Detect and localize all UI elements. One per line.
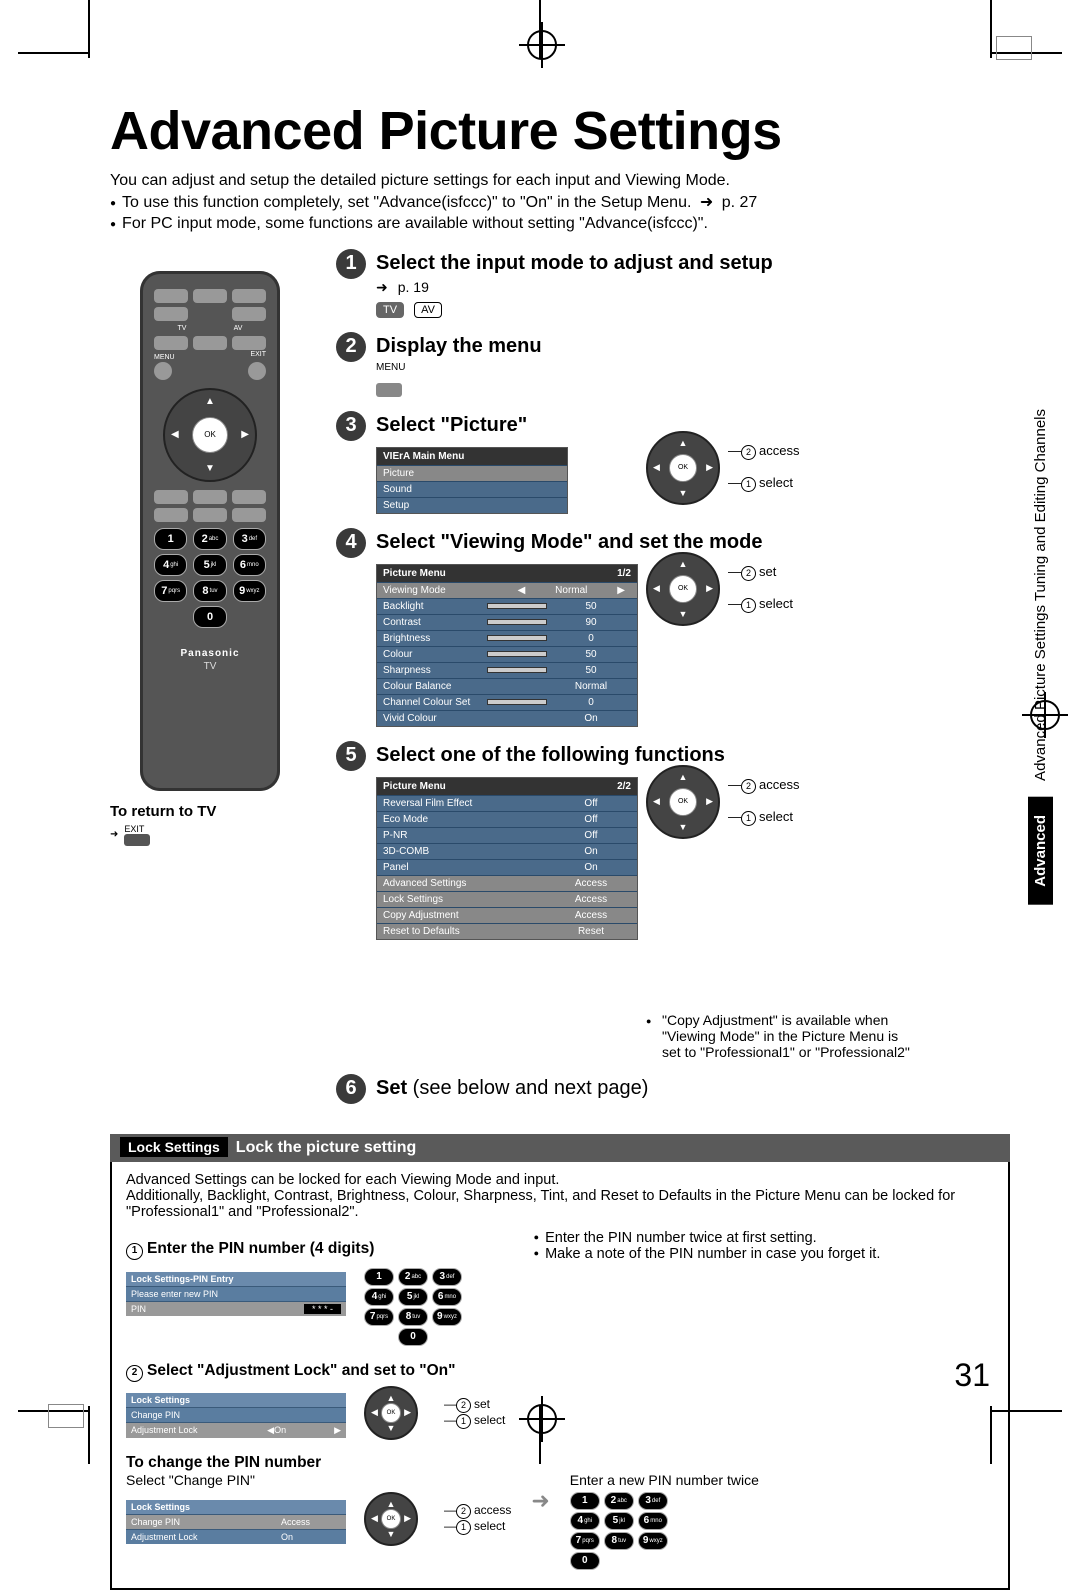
step-1: 1Select the input mode to adjust and set… [336, 249, 1010, 318]
lock-settings-osd: Lock Settings Change PIN Adjustment Lock… [126, 1393, 346, 1438]
numpad-icon: 12abc3def 4ghi5jkl6mno 7pqrs8tuv9wxyz 0 [364, 1266, 462, 1348]
tv-button-icon: TV [376, 302, 404, 318]
step-2: 2Display the menu MENU [336, 332, 1010, 397]
color-bar-icon [996, 36, 1032, 60]
step-3: 3Select "Picture" VIErA Main Menu Pictur… [336, 411, 1010, 514]
step-6: 6 Set (see below and next page) [336, 1074, 1010, 1104]
page-title: Advanced Picture Settings [110, 100, 1010, 162]
dpad-icon: ▲▼ ◀▶ OK [163, 388, 257, 482]
arrow-right-icon: ➜ [531, 1488, 549, 1514]
lock-settings-body: Advanced Settings can be locked for each… [110, 1162, 1010, 1590]
section-side-tab: Tuning and Editing Channels Advanced Pic… [1026, 409, 1054, 909]
exit-hint: ➜ EXIT [110, 824, 310, 846]
pin-entry-osd: Lock Settings-PIN Entry Please enter new… [126, 1272, 346, 1316]
step-4: 4Select "Viewing Mode" and set the mode … [336, 528, 1010, 727]
registration-mark-icon [527, 30, 557, 60]
numpad-icon: 12abc3def 4ghi5jkl6mno 7pqrs8tuv9wxyz 0 [570, 1492, 759, 1570]
step-5: 5Select one of the following functions P… [336, 741, 1010, 1060]
registration-mark-icon [527, 1404, 557, 1434]
return-to-tv-label: To return to TV [110, 803, 310, 820]
dpad-icon: ▲▼◀▶OK [364, 1386, 418, 1440]
lock-settings-osd-2: Lock Settings Change PINAccess Adjustmen… [126, 1500, 346, 1544]
dpad-icon: ▲▼◀▶OK [364, 1492, 418, 1546]
color-bar-icon [48, 1404, 84, 1428]
dpad-icon: ▲▼◀▶OK [646, 552, 720, 626]
remote-control-illustration: TV AV MENU EXIT ▲▼ ◀▶ OK 12abc3def 4ghi5… [140, 271, 280, 791]
intro-text: You can adjust and setup the detailed pi… [110, 170, 1010, 235]
dpad-icon: ▲▼◀▶OK [646, 431, 720, 505]
lock-settings-heading: Lock SettingsLock the picture setting [110, 1134, 1010, 1162]
dpad-icon: ▲▼◀▶OK [646, 765, 720, 839]
av-button-icon: AV [414, 302, 442, 318]
page-number: 31 [954, 1357, 990, 1394]
